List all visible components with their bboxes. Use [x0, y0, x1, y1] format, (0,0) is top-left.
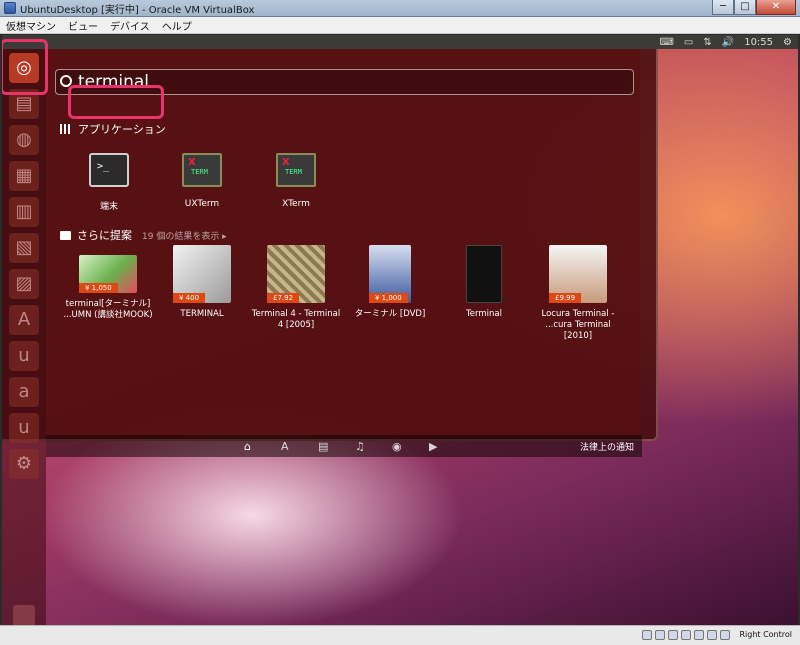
window-titlebar: UbuntuDesktop [実行中] - Oracle VM VirtualB… [0, 0, 800, 17]
impress-icon[interactable]: ▨ [9, 269, 39, 299]
shared-folder-icon[interactable] [694, 630, 704, 640]
files-lens-icon[interactable]: ▤ [318, 440, 328, 453]
terminal-icon: >_ [89, 153, 129, 187]
product-label: Terminal 4 - Terminal 4 [2005] [251, 309, 341, 330]
launcher-highlight-annotation [2, 39, 48, 95]
network-status-icon[interactable] [681, 630, 691, 640]
applications-heading[interactable]: アプリケーション [60, 121, 166, 137]
product-label: ターミナル [DVD] [354, 309, 426, 319]
unity-launcher: ◎ ▤ ◍ ▦ ▥ ▧ ▨ A u a u ⚙ [2, 49, 46, 625]
app-label: 端末 [99, 202, 118, 212]
product-cover [466, 245, 502, 303]
price-badge: ¥ 1,000 [369, 293, 408, 303]
product-cover: £7.92 [267, 245, 325, 303]
product-cover: ¥ 1,000 [369, 245, 411, 303]
photo-lens-icon[interactable]: ◉ [392, 440, 402, 453]
price-badge: £9.99 [549, 293, 582, 303]
price-badge: £7.92 [267, 293, 300, 303]
maximize-button[interactable]: □ [734, 0, 756, 15]
product-cover: £9.99 [549, 245, 607, 303]
clock[interactable]: 10:55 [744, 37, 773, 48]
network-icon[interactable]: ⇅ [703, 37, 711, 48]
software-center-icon[interactable]: A [9, 305, 39, 335]
vbox-menubar: 仮想マシン ビュー デバイス ヘルプ [0, 17, 800, 34]
suggestions-heading-label: さらに提案 [77, 229, 132, 242]
app-label: UXTerm [184, 199, 220, 209]
menu-view[interactable]: ビュー [68, 18, 98, 33]
shopping-bag-icon [60, 230, 71, 240]
files-icon[interactable]: ▦ [9, 161, 39, 191]
music-lens-icon[interactable]: ♫ [355, 440, 365, 453]
show-more-results-link[interactable]: 19 個の結果を表示 ▸ [142, 229, 227, 242]
xterm-icon: X TERM [182, 153, 222, 187]
volume-icon[interactable]: 🔊 [722, 37, 734, 48]
firefox-icon[interactable]: ◍ [9, 125, 39, 155]
product-item[interactable]: ¥ 1,050 terminal[ターミナル] ...UMN (講談社MOOK) [60, 245, 156, 321]
menu-machine[interactable]: 仮想マシン [6, 18, 56, 33]
menu-help[interactable]: ヘルプ [162, 18, 192, 33]
battery-icon[interactable]: ▭ [684, 37, 693, 48]
product-label: Terminal [466, 309, 502, 319]
guest-screen: ⌨ ▭ ⇅ 🔊 10:55 ⚙ アプリケーション >_ 端末 XTERM UXT… [2, 35, 798, 625]
device-status-icons [642, 630, 730, 640]
price-badge: ¥ 400 [173, 293, 206, 303]
ubuntu-one-icon[interactable]: u [9, 341, 39, 371]
product-label: terminal[ターミナル] ...UMN (講談社MOOK) [63, 299, 153, 320]
keyboard-icon[interactable]: ⌨ [659, 37, 673, 48]
app-uxterm[interactable]: X TERM UXTerm [157, 153, 247, 209]
virtualbox-icon [4, 2, 16, 14]
applications-heading-label: アプリケーション [78, 123, 166, 136]
window-title: UbuntuDesktop [実行中] - Oracle VM VirtualB… [20, 4, 255, 16]
product-item[interactable]: Terminal [436, 245, 532, 320]
apps-lens-icon[interactable]: A [281, 440, 289, 453]
vbox-statusbar: Right Control [0, 625, 800, 645]
writer-icon[interactable]: ▥ [9, 197, 39, 227]
cd-icon[interactable] [655, 630, 665, 640]
product-cover: ¥ 400 [173, 245, 231, 303]
product-item[interactable]: £9.99 Locura Terminal - ...cura Terminal … [530, 245, 626, 342]
menu-devices[interactable]: デバイス [110, 18, 150, 33]
product-item[interactable]: ¥ 1,000 ターミナル [DVD] [342, 245, 438, 320]
product-label: TERMINAL [180, 309, 224, 319]
home-lens-icon[interactable]: ⌂ [244, 440, 251, 453]
minimize-button[interactable]: ─ [712, 0, 734, 15]
host-key-label: Right Control [739, 630, 792, 639]
dash-lens-bar: ⌂ A ▤ ♫ ◉ ▶ 法律上の通知 [46, 435, 642, 457]
applications-lens-icon [60, 124, 72, 134]
search-highlight-annotation [68, 85, 164, 119]
ubuntu-top-panel: ⌨ ▭ ⇅ 🔊 10:55 ⚙ [2, 35, 798, 49]
app-terminal[interactable]: >_ 端末 [64, 153, 154, 212]
system-settings-icon[interactable]: ⚙ [9, 449, 39, 479]
mouse-integration-icon[interactable] [720, 630, 730, 640]
dash-overlay: アプリケーション >_ 端末 XTERM UXTerm XTERM XTerm … [2, 49, 658, 457]
trash-icon[interactable] [13, 605, 35, 625]
price-badge: ¥ 1,050 [79, 283, 118, 293]
window-controls: ─ □ ✕ [712, 0, 796, 15]
calc-icon[interactable]: ▧ [9, 233, 39, 263]
xterm-icon: X TERM [276, 153, 316, 187]
product-label: Locura Terminal - ...cura Terminal [2010] [541, 309, 615, 341]
display-icon[interactable] [707, 630, 717, 640]
suggestions-heading[interactable]: さらに提案 19 個の結果を表示 ▸ [60, 227, 227, 243]
close-button[interactable]: ✕ [756, 0, 796, 15]
hdd-icon[interactable] [642, 630, 652, 640]
app-label: XTerm [282, 199, 310, 209]
product-item[interactable]: £7.92 Terminal 4 - Terminal 4 [2005] [248, 245, 344, 331]
usb-icon[interactable] [668, 630, 678, 640]
legal-notice-link[interactable]: 法律上の通知 [580, 440, 634, 453]
app-xterm[interactable]: X TERM XTerm [251, 153, 341, 209]
amazon-icon[interactable]: a [9, 377, 39, 407]
product-cover: ¥ 1,050 [79, 255, 137, 293]
ubuntu-one-music-icon[interactable]: u [9, 413, 39, 443]
session-gear-icon[interactable]: ⚙ [783, 37, 792, 48]
product-item[interactable]: ¥ 400 TERMINAL [154, 245, 250, 320]
video-lens-icon[interactable]: ▶ [429, 440, 437, 453]
